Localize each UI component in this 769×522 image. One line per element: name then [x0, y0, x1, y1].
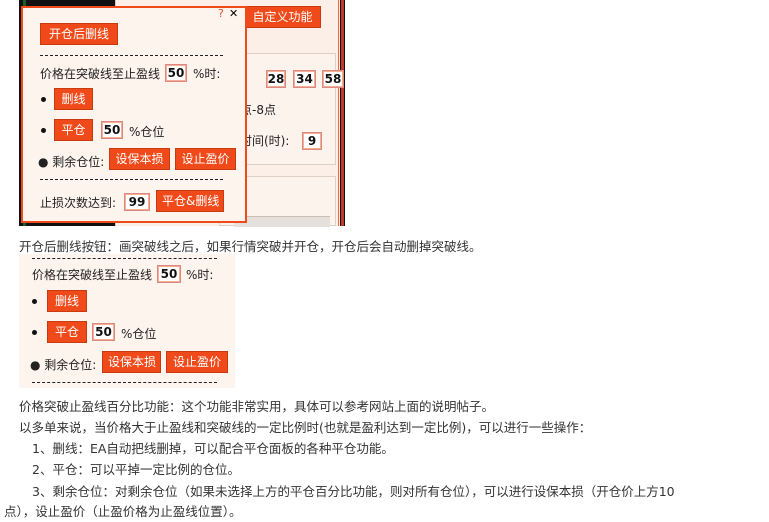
para-breakout-percent: 价格突破止盈线百分比功能：这个功能非常实用，具体可以参考网站上面的说明帖子。	[19, 399, 495, 414]
takeprofit-button[interactable]: 设止盈价	[166, 351, 228, 373]
delete-line-button[interactable]: 删线	[54, 88, 93, 110]
close-and-delete-button[interactable]: 平仓&删线	[156, 190, 224, 212]
percent-when-label: %时:	[186, 268, 214, 282]
breakout-label: 价格在突破线至止盈线	[40, 67, 161, 81]
value-58[interactable]: 58	[322, 70, 344, 88]
text-open-delete-explain: 开仓后删线按钮：画突破线之后，如果行情突破并开仓，开仓后会自动删掉突破线。	[19, 239, 482, 254]
para-item-close: 2、平仓：可以平掉一定比例的仓位。	[32, 462, 240, 477]
bottom-tabs	[234, 216, 330, 227]
bullet-dot	[41, 97, 46, 102]
delete-line-button[interactable]: 删线	[47, 290, 87, 312]
bullet-dot	[32, 299, 37, 304]
breakout-label: 价格在突破线至止盈线	[32, 268, 153, 282]
remaining-label: ● 剩余仓位:	[30, 358, 97, 372]
breakout-value-input[interactable]: 50	[157, 265, 181, 283]
percent-position-label: %仓位	[121, 327, 157, 341]
breakout-popup: ? ✕ 开仓后删线 价格在突破线至止盈线 50 %时: 删线 平仓 50 %仓位…	[21, 6, 247, 223]
para-item-remaining: 3、剩余仓位：对剩余仓位（如果未选择上方的平仓百分比功能，则对所有仓位），可以进…	[32, 484, 675, 499]
remaining-label: ● 剩余仓位:	[38, 155, 105, 169]
bullet-dot	[32, 330, 37, 335]
breakeven-button[interactable]: 设保本损	[102, 351, 161, 373]
para-item-delete: 1、删线：EA自动把线删掉，可以配合平仓面板的各种平仓功能。	[32, 441, 394, 456]
para-item-remaining-cont: 点），设止盈价（止盈价格为止盈线位置）。	[4, 504, 242, 519]
stoploss-label: 止损次数达到:	[40, 196, 117, 210]
open-delete-line-button[interactable]: 开仓后删线	[40, 23, 118, 45]
time-label: 时间(时):	[240, 134, 290, 148]
time-value[interactable]: 9	[302, 132, 322, 150]
close-percent-input[interactable]: 50	[92, 323, 115, 341]
divider	[40, 179, 223, 180]
help-icon[interactable]: ?	[218, 7, 224, 20]
percent-when-label: %时:	[193, 67, 221, 81]
screenshot-top: 自定义功能 28 34 58 点-8点 时间(时): 9 ? ✕ 开仓后删线 价…	[19, 0, 345, 227]
close-icon[interactable]: ✕	[229, 7, 238, 20]
breakeven-button[interactable]: 设保本损	[109, 148, 170, 170]
takeprofit-button[interactable]: 设止盈价	[175, 148, 236, 170]
close-position-button[interactable]: 平仓	[54, 119, 93, 141]
bullet-dot	[41, 128, 46, 133]
divider	[32, 258, 217, 259]
value-28[interactable]: 28	[266, 70, 286, 88]
percent-position-label: %仓位	[129, 125, 165, 139]
breakout-value-input[interactable]: 50	[165, 64, 187, 82]
chart-strip-red	[341, 0, 344, 226]
value-34[interactable]: 34	[293, 70, 316, 88]
custom-function-button[interactable]: 自定义功能	[244, 6, 321, 28]
stoploss-value-input[interactable]: 99	[124, 193, 150, 211]
close-position-button[interactable]: 平仓	[47, 321, 87, 343]
breakout-panel-screenshot: 价格在突破线至止盈线 50 %时: 删线 平仓 50 %仓位 ● 剩余仓位: 设…	[19, 254, 235, 388]
divider	[32, 382, 217, 383]
para-long-example: 以多单来说，当价格大于止盈线和突破线的一定比例时(也就是盈利达到一定比例)，可以…	[19, 420, 592, 435]
close-percent-input[interactable]: 50	[101, 121, 123, 139]
divider	[40, 55, 223, 56]
